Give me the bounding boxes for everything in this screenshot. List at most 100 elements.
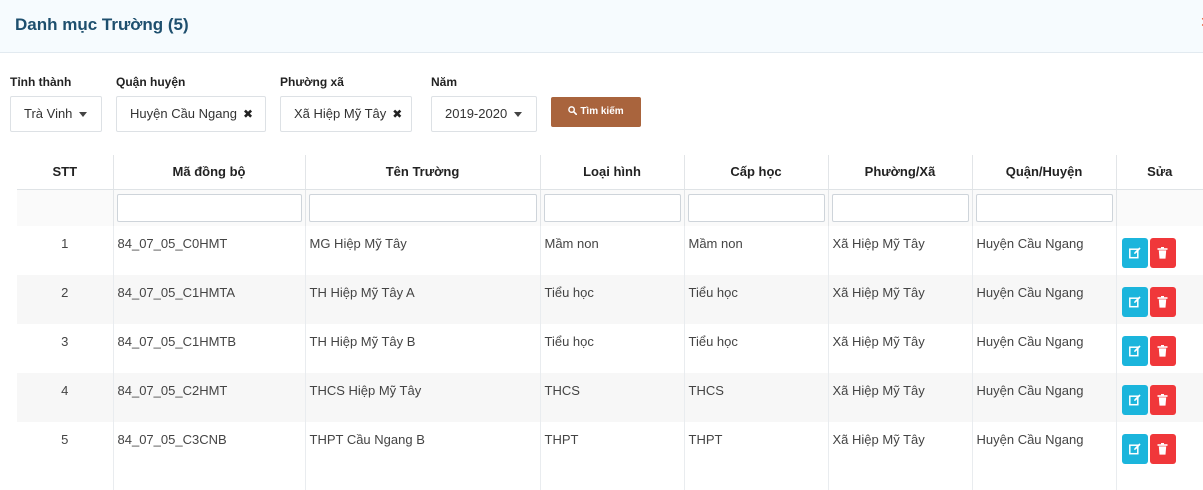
column-filter-row xyxy=(17,189,1203,226)
filter-input-school-name[interactable] xyxy=(308,193,537,222)
cell-school-name: TH Hiệp Mỹ Tây A xyxy=(305,275,541,324)
edit-button[interactable] xyxy=(1121,286,1148,317)
column-header-school-type[interactable]: Loại hình xyxy=(540,155,685,190)
cell-level: Tiểu học xyxy=(684,324,829,373)
edit-button[interactable] xyxy=(1121,384,1148,415)
delete-button[interactable] xyxy=(1149,433,1176,464)
table-header-row: STT Mã đồng bộ Tên Trường Loại hình Cấp … xyxy=(17,155,1203,190)
ward-value: Xã Hiệp Mỹ Tây xyxy=(294,106,387,121)
edit-button[interactable] xyxy=(1121,433,1148,464)
cell-district: Huyện Cầu Ngang xyxy=(972,226,1117,275)
edit-icon xyxy=(1128,246,1141,258)
filter-ward-label: Phường xã xyxy=(280,75,344,89)
caret-down-icon xyxy=(514,112,523,118)
cell-actions xyxy=(1116,422,1203,471)
filter-bar: Tỉnh thành Trà Vinh Quận huyện Huyện Cầu… xyxy=(0,74,1203,134)
cell-ward: Xã Hiệp Mỹ Tây xyxy=(828,226,973,275)
year-select[interactable]: 2019-2020 xyxy=(431,96,537,132)
filter-year-label: Năm xyxy=(431,75,458,89)
cell-stt: 3 xyxy=(17,324,114,373)
delete-button[interactable] xyxy=(1149,286,1176,317)
filter-input-sync-code[interactable] xyxy=(116,193,302,222)
province-select[interactable]: Trà Vinh xyxy=(10,96,102,132)
cell-sync-code: 84_07_05_C2HMT xyxy=(113,373,306,422)
district-select[interactable]: Huyện Cầu Ngang ✖ xyxy=(116,96,266,132)
column-header-sync-code[interactable]: Mã đồng bộ xyxy=(113,155,306,190)
province-value: Trà Vinh xyxy=(24,106,73,121)
cell-sync-code: 84_07_05_C1HMTA xyxy=(113,275,306,324)
cell-school-type: THPT xyxy=(540,422,685,471)
filter-input-ward[interactable] xyxy=(831,193,969,222)
table-row: 3 84_07_05_C1HMTB TH Hiệp Mỹ Tây B Tiểu … xyxy=(17,324,1203,373)
edit-icon xyxy=(1128,295,1141,307)
cell-ward: Xã Hiệp Mỹ Tây xyxy=(828,422,973,471)
cell-district: Huyện Cầu Ngang xyxy=(972,422,1117,471)
cell-school-name: MG Hiệp Mỹ Tây xyxy=(305,226,541,275)
cell-district: Huyện Cầu Ngang xyxy=(972,275,1117,324)
cell-school-type: Tiểu học xyxy=(540,275,685,324)
trash-icon xyxy=(1157,246,1167,259)
table-footer-spacer xyxy=(17,471,1203,490)
page-title: Danh mục Trường (5) xyxy=(15,15,189,34)
cell-school-name: TH Hiệp Mỹ Tây B xyxy=(305,324,541,373)
close-icon[interactable]: ✖ xyxy=(243,97,253,131)
column-header-district[interactable]: Quận/Huyện xyxy=(972,155,1117,190)
table-row: 2 84_07_05_C1HMTA TH Hiệp Mỹ Tây A Tiểu … xyxy=(17,275,1203,324)
cell-district: Huyện Cầu Ngang xyxy=(972,373,1117,422)
column-header-stt[interactable]: STT xyxy=(17,155,114,190)
filter-province: Tỉnh thành Trà Vinh xyxy=(10,74,102,132)
filter-input-school-type[interactable] xyxy=(543,193,681,222)
filter-year: Năm 2019-2020 xyxy=(431,74,537,132)
cell-actions xyxy=(1116,226,1203,275)
filter-input-level[interactable] xyxy=(687,193,825,222)
edit-button[interactable] xyxy=(1121,335,1148,366)
ward-select[interactable]: Xã Hiệp Mỹ Tây ✖ xyxy=(280,96,412,132)
column-header-edit: Sửa xyxy=(1116,155,1203,190)
filter-district-label: Quận huyện xyxy=(116,75,186,89)
column-header-school-name[interactable]: Tên Trường xyxy=(305,155,541,190)
cell-stt: 1 xyxy=(17,226,114,275)
caret-down-icon xyxy=(79,112,88,118)
filter-district: Quận huyện Huyện Cầu Ngang ✖ xyxy=(116,74,266,132)
column-header-ward[interactable]: Phường/Xã xyxy=(828,155,973,190)
table-row: 1 84_07_05_C0HMT MG Hiệp Mỹ Tây Mầm non … xyxy=(17,226,1203,275)
page-header: Danh mục Trường (5) ✕ xyxy=(0,0,1203,53)
edit-icon xyxy=(1128,393,1141,405)
cell-district: Huyện Cầu Ngang xyxy=(972,324,1117,373)
column-header-level[interactable]: Cấp học xyxy=(684,155,829,190)
schools-table: STT Mã đồng bộ Tên Trường Loại hình Cấp … xyxy=(17,155,1203,490)
cell-stt: 5 xyxy=(17,422,114,471)
cell-level: THPT xyxy=(684,422,829,471)
edit-icon xyxy=(1128,344,1141,356)
district-value: Huyện Cầu Ngang xyxy=(130,106,237,121)
search-button-label: Tìm kiếm xyxy=(580,106,624,117)
cell-actions xyxy=(1116,275,1203,324)
trash-icon xyxy=(1157,295,1167,308)
delete-button[interactable] xyxy=(1149,384,1176,415)
search-button[interactable]: Tìm kiếm xyxy=(551,97,641,127)
table-row: 4 84_07_05_C2HMT THCS Hiệp Mỹ Tây THCS T… xyxy=(17,373,1203,422)
cell-stt: 4 xyxy=(17,373,114,422)
filter-province-label: Tỉnh thành xyxy=(10,75,72,89)
cell-stt: 2 xyxy=(17,275,114,324)
cell-sync-code: 84_07_05_C0HMT xyxy=(113,226,306,275)
edit-button[interactable] xyxy=(1121,237,1148,268)
close-icon[interactable]: ✖ xyxy=(392,97,402,131)
cell-actions xyxy=(1116,324,1203,373)
table-row: 5 84_07_05_C3CNB THPT Cầu Ngang B THPT T… xyxy=(17,422,1203,471)
cell-ward: Xã Hiệp Mỹ Tây xyxy=(828,324,973,373)
cell-level: Tiểu học xyxy=(684,275,829,324)
cell-school-type: Mầm non xyxy=(540,226,685,275)
cell-level: THCS xyxy=(684,373,829,422)
cell-school-type: Tiểu học xyxy=(540,324,685,373)
cell-sync-code: 84_07_05_C1HMTB xyxy=(113,324,306,373)
filter-input-district[interactable] xyxy=(975,193,1113,222)
delete-button[interactable] xyxy=(1149,335,1176,366)
search-icon xyxy=(568,106,578,116)
edit-icon xyxy=(1128,442,1141,454)
delete-button[interactable] xyxy=(1149,237,1176,268)
cell-school-type: THCS xyxy=(540,373,685,422)
trash-icon xyxy=(1157,393,1167,406)
cell-school-name: THPT Cầu Ngang B xyxy=(305,422,541,471)
trash-icon xyxy=(1157,344,1167,357)
